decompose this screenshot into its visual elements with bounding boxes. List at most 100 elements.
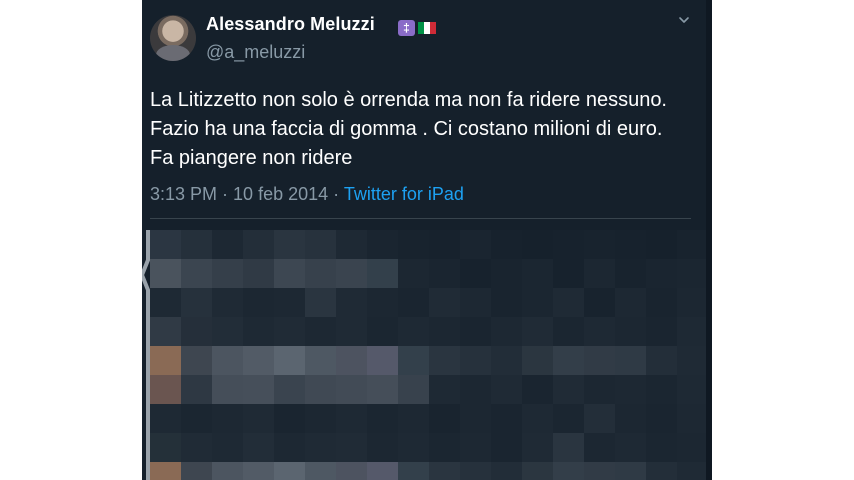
tweet-date[interactable]: 10 feb 2014 bbox=[233, 184, 328, 204]
pixel-block bbox=[336, 404, 367, 433]
pixel-block bbox=[584, 288, 615, 317]
pixel-block bbox=[615, 346, 646, 375]
pixel-block bbox=[460, 433, 491, 462]
pixel-block bbox=[150, 259, 181, 288]
pixel-block bbox=[491, 375, 522, 404]
pixel-block bbox=[646, 404, 677, 433]
pixel-block bbox=[150, 404, 181, 433]
pixel-block bbox=[305, 317, 336, 346]
pixel-block bbox=[274, 230, 305, 259]
pixel-block bbox=[615, 433, 646, 462]
pixel-block bbox=[398, 346, 429, 375]
user-handle[interactable]: @a_meluzzi bbox=[206, 42, 305, 63]
pixel-block bbox=[212, 404, 243, 433]
pixel-block bbox=[181, 375, 212, 404]
pixel-block bbox=[646, 288, 677, 317]
meta-separator: · bbox=[217, 184, 234, 204]
meta-separator: · bbox=[328, 184, 344, 204]
pixel-block bbox=[305, 375, 336, 404]
pixel-block bbox=[677, 346, 706, 375]
pixel-block bbox=[429, 346, 460, 375]
pixel-block bbox=[522, 375, 553, 404]
pixel-block bbox=[243, 288, 274, 317]
pixel-block bbox=[274, 346, 305, 375]
pixel-block bbox=[584, 230, 615, 259]
pixel-block bbox=[212, 288, 243, 317]
pixel-block bbox=[677, 433, 706, 462]
pixel-block bbox=[305, 346, 336, 375]
pixel-block bbox=[336, 288, 367, 317]
pixel-block bbox=[584, 462, 615, 480]
pixel-block bbox=[305, 230, 336, 259]
italy-flag-icon bbox=[418, 22, 436, 34]
pixel-block bbox=[336, 230, 367, 259]
pixel-block bbox=[646, 346, 677, 375]
pixel-block bbox=[677, 462, 706, 480]
pixel-block bbox=[615, 317, 646, 346]
pixel-block bbox=[150, 230, 181, 259]
tweet-meta: 3:13 PM · 10 feb 2014 · Twitter for iPad bbox=[150, 184, 464, 205]
pixel-block bbox=[553, 433, 584, 462]
pixel-block bbox=[212, 317, 243, 346]
pixel-block bbox=[181, 404, 212, 433]
pixel-block bbox=[553, 462, 584, 480]
cross-badge-icon: ‡ bbox=[398, 20, 415, 36]
pixel-block bbox=[212, 346, 243, 375]
pixel-block bbox=[460, 259, 491, 288]
pixel-block bbox=[677, 317, 706, 346]
pixel-block bbox=[429, 462, 460, 480]
pixel-block bbox=[677, 259, 706, 288]
pixel-block bbox=[243, 346, 274, 375]
pixel-block bbox=[150, 433, 181, 462]
pixel-block bbox=[398, 375, 429, 404]
pixel-block bbox=[491, 433, 522, 462]
pixel-block bbox=[305, 433, 336, 462]
pixel-block bbox=[584, 259, 615, 288]
pixel-block bbox=[491, 317, 522, 346]
pixel-block bbox=[243, 462, 274, 480]
pixel-block bbox=[491, 230, 522, 259]
pixel-block bbox=[429, 317, 460, 346]
pixel-block bbox=[460, 230, 491, 259]
pixel-block bbox=[274, 433, 305, 462]
tweet-time[interactable]: 3:13 PM bbox=[150, 184, 217, 204]
pixel-block bbox=[584, 346, 615, 375]
pixel-block bbox=[553, 375, 584, 404]
chevron-down-icon[interactable] bbox=[676, 12, 692, 28]
pixel-block bbox=[212, 230, 243, 259]
pixel-block bbox=[274, 288, 305, 317]
pixel-block bbox=[243, 433, 274, 462]
pixel-block bbox=[181, 462, 212, 480]
pixel-block bbox=[150, 462, 181, 480]
pixel-block bbox=[522, 230, 553, 259]
pixel-block bbox=[522, 404, 553, 433]
pixel-block bbox=[615, 404, 646, 433]
pixel-block bbox=[646, 259, 677, 288]
pixel-block bbox=[460, 462, 491, 480]
pixel-block bbox=[553, 230, 584, 259]
pixel-block bbox=[491, 288, 522, 317]
pixel-block bbox=[460, 346, 491, 375]
pixel-block bbox=[615, 462, 646, 480]
pixel-block bbox=[615, 230, 646, 259]
pixel-block bbox=[646, 375, 677, 404]
pixel-block bbox=[367, 433, 398, 462]
display-name[interactable]: Alessandro Meluzzi bbox=[206, 14, 375, 35]
pixel-block bbox=[367, 230, 398, 259]
pixel-block bbox=[398, 462, 429, 480]
pixel-block bbox=[491, 462, 522, 480]
pixel-block bbox=[646, 462, 677, 480]
pixel-block bbox=[522, 462, 553, 480]
pixel-block bbox=[150, 317, 181, 346]
pixel-block bbox=[367, 462, 398, 480]
pixel-block bbox=[615, 259, 646, 288]
pixel-block bbox=[243, 375, 274, 404]
tweet-source-link[interactable]: Twitter for iPad bbox=[344, 184, 464, 204]
pixel-block bbox=[615, 375, 646, 404]
avatar[interactable] bbox=[150, 15, 196, 61]
pixel-block bbox=[460, 288, 491, 317]
pixel-block bbox=[677, 404, 706, 433]
pixel-block bbox=[398, 259, 429, 288]
pixel-block bbox=[522, 317, 553, 346]
pixel-block bbox=[243, 317, 274, 346]
